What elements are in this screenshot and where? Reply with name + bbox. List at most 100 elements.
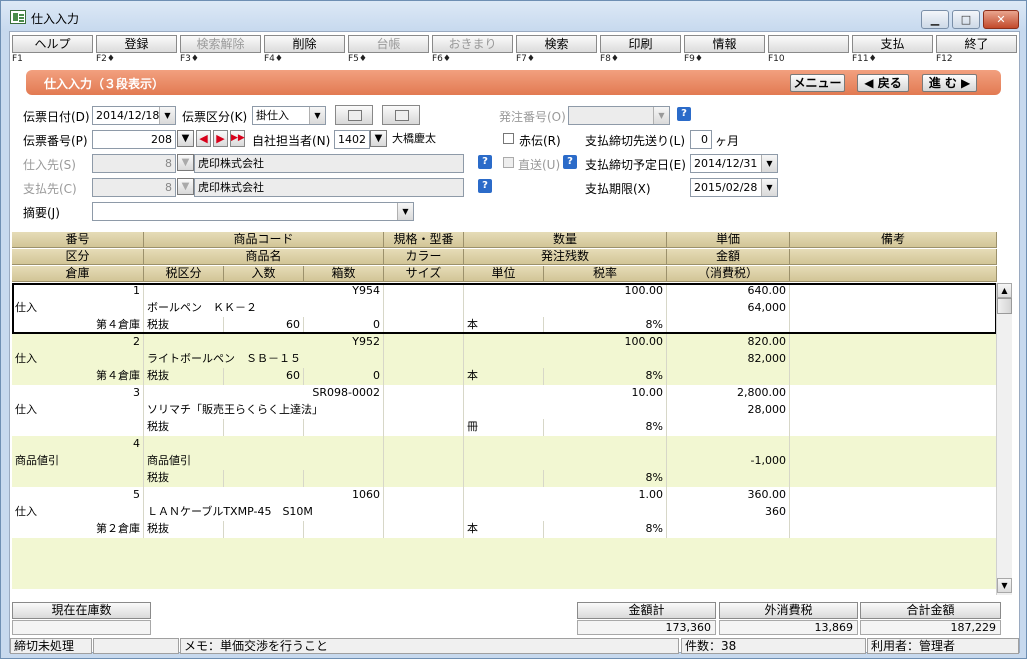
scroll-down-icon[interactable]: ▼ — [997, 578, 1012, 593]
cell-hakosu[interactable]: 0 — [304, 368, 384, 385]
denpyo-date-field[interactable]: 2014/12/18 ▼ — [92, 106, 176, 125]
denpyo-no-field[interactable]: 208 — [92, 130, 176, 149]
search-filter-icon[interactable]: ▼ — [370, 130, 387, 147]
cell-amount[interactable]: 64,000 — [667, 300, 790, 317]
cell-amount[interactable]: 360 — [667, 504, 790, 521]
cell-name[interactable]: ボールペン ＫＫ－２ — [144, 300, 384, 317]
cell-name[interactable]: 商品値引 — [144, 453, 384, 470]
menu-button[interactable]: メニュー — [790, 74, 845, 92]
scroll-up-icon[interactable]: ▲ — [997, 283, 1012, 298]
search-filter-icon[interactable]: ▼ — [177, 130, 194, 147]
paste-slip-button[interactable] — [382, 105, 420, 125]
cell-hakosu[interactable] — [304, 419, 384, 436]
cell-tani[interactable]: 冊 — [464, 419, 544, 436]
cell-soko[interactable] — [12, 419, 144, 436]
cell-kubun[interactable]: 仕入 — [12, 402, 144, 419]
kigen-date-field[interactable]: 2015/02/28 ▼ — [690, 178, 778, 197]
chevron-down-icon[interactable]: ▼ — [761, 155, 777, 172]
cell-price[interactable]: 360.00 — [667, 487, 790, 504]
cell-hakosu[interactable]: 0 — [304, 317, 384, 334]
cell-blank[interactable] — [384, 300, 464, 317]
tanto-code-field[interactable]: 1402 — [334, 130, 370, 149]
cell-blank[interactable] — [384, 436, 464, 453]
cell-blank[interactable] — [384, 504, 464, 521]
akaden-checkbox[interactable] — [503, 133, 514, 144]
cell-irisu[interactable]: 60 — [224, 368, 304, 385]
prev-icon[interactable]: ◀ — [196, 130, 211, 147]
cell-qty[interactable] — [464, 436, 667, 453]
cell-amount[interactable]: -1,000 — [667, 453, 790, 470]
table-row-empty[interactable] — [12, 538, 997, 589]
minimize-button[interactable]: ▁ — [921, 10, 949, 29]
cell-amount[interactable]: 28,000 — [667, 402, 790, 419]
cell-tani[interactable] — [464, 470, 544, 487]
back-button[interactable]: ◀ 戻る — [857, 74, 909, 92]
cell-price[interactable]: 820.00 — [667, 334, 790, 351]
cell-name[interactable]: ライトボールペン ＳＢ－１５ — [144, 351, 384, 368]
cell-blank[interactable] — [667, 368, 790, 385]
help-icon[interactable]: ? — [478, 179, 492, 193]
cell-blank[interactable] — [384, 419, 464, 436]
fkey-button-3[interactable]: 検索解除 — [180, 35, 261, 53]
cell-no[interactable]: 5 — [12, 487, 144, 504]
close-button[interactable]: ✕ — [983, 10, 1019, 29]
table-row[interactable]: 2 Y952 100.00 820.00 仕入 ライトボールペン ＳＢ－１５ 82,000 第… — [12, 334, 997, 385]
cell-zei[interactable]: 税抜 — [144, 368, 224, 385]
cell-zei[interactable]: 税抜 — [144, 317, 224, 334]
chevron-down-icon[interactable]: ▼ — [159, 107, 175, 124]
help-icon[interactable]: ? — [478, 155, 492, 169]
cell-price[interactable]: 2,800.00 — [667, 385, 790, 402]
cell-blank[interactable] — [464, 453, 667, 470]
cell-irisu[interactable] — [224, 521, 304, 538]
table-row[interactable]: 1 Y954 100.00 640.00 仕入 ボールペン ＫＫ－２ 64,000 第４倉庫税… — [12, 283, 997, 334]
cell-code[interactable]: Y954 — [144, 283, 384, 300]
cell-no[interactable]: 1 — [12, 283, 144, 300]
table-row[interactable]: 4 商品値引 商品値引 -1,000 税抜 8% — [12, 436, 997, 487]
cell-blank[interactable] — [790, 521, 997, 538]
cell-blank[interactable] — [790, 283, 997, 300]
tekiyo-field[interactable]: ▼ — [92, 202, 414, 221]
cell-blank[interactable] — [790, 385, 997, 402]
next-button[interactable]: 進 む ▶ — [922, 74, 977, 92]
cell-blank[interactable] — [790, 368, 997, 385]
cell-blank[interactable] — [384, 521, 464, 538]
cell-soko[interactable]: 第４倉庫 — [12, 317, 144, 334]
cell-code[interactable]: SR098-0002 — [144, 385, 384, 402]
cell-rate[interactable]: 8% — [544, 521, 667, 538]
cell-blank[interactable] — [790, 453, 997, 470]
next-icon[interactable]: ▶ — [213, 130, 228, 147]
cell-blank[interactable] — [384, 453, 464, 470]
cell-tani[interactable]: 本 — [464, 317, 544, 334]
maximize-button[interactable]: □ — [952, 10, 980, 29]
fkey-button-12[interactable]: 終了 — [936, 35, 1017, 53]
cell-soko[interactable]: 第２倉庫 — [12, 521, 144, 538]
fkey-button-1[interactable]: ヘルプ — [12, 35, 93, 53]
yotei-date-field[interactable]: 2014/12/31 ▼ — [690, 154, 778, 173]
cell-irisu[interactable]: 60 — [224, 317, 304, 334]
cell-kubun[interactable]: 商品値引 — [12, 453, 144, 470]
cell-kubun[interactable]: 仕入 — [12, 504, 144, 521]
cell-blank[interactable] — [384, 368, 464, 385]
cell-blank[interactable] — [384, 334, 464, 351]
cell-qty[interactable]: 1.00 — [464, 487, 667, 504]
fkey-button-10[interactable] — [768, 35, 849, 53]
cell-name[interactable]: ソリマチ「販売王らくらく上達法」 — [144, 402, 384, 419]
cell-code[interactable]: Y952 — [144, 334, 384, 351]
cell-amount[interactable]: 82,000 — [667, 351, 790, 368]
cell-irisu[interactable] — [224, 470, 304, 487]
cell-qty[interactable]: 10.00 — [464, 385, 667, 402]
zaiko-button[interactable]: 現在在庫数 — [12, 602, 151, 619]
cell-blank[interactable] — [464, 504, 667, 521]
cell-tani[interactable]: 本 — [464, 521, 544, 538]
cell-kubun[interactable]: 仕入 — [12, 300, 144, 317]
cell-blank[interactable] — [790, 317, 997, 334]
copy-slip-button[interactable] — [335, 105, 373, 125]
cell-zei[interactable]: 税抜 — [144, 521, 224, 538]
cell-qty[interactable]: 100.00 — [464, 283, 667, 300]
cell-rate[interactable]: 8% — [544, 317, 667, 334]
cell-no[interactable]: 4 — [12, 436, 144, 453]
cell-blank[interactable] — [790, 402, 997, 419]
scroll-thumb[interactable] — [997, 298, 1012, 314]
cell-zei[interactable]: 税抜 — [144, 470, 224, 487]
cell-blank[interactable] — [384, 470, 464, 487]
